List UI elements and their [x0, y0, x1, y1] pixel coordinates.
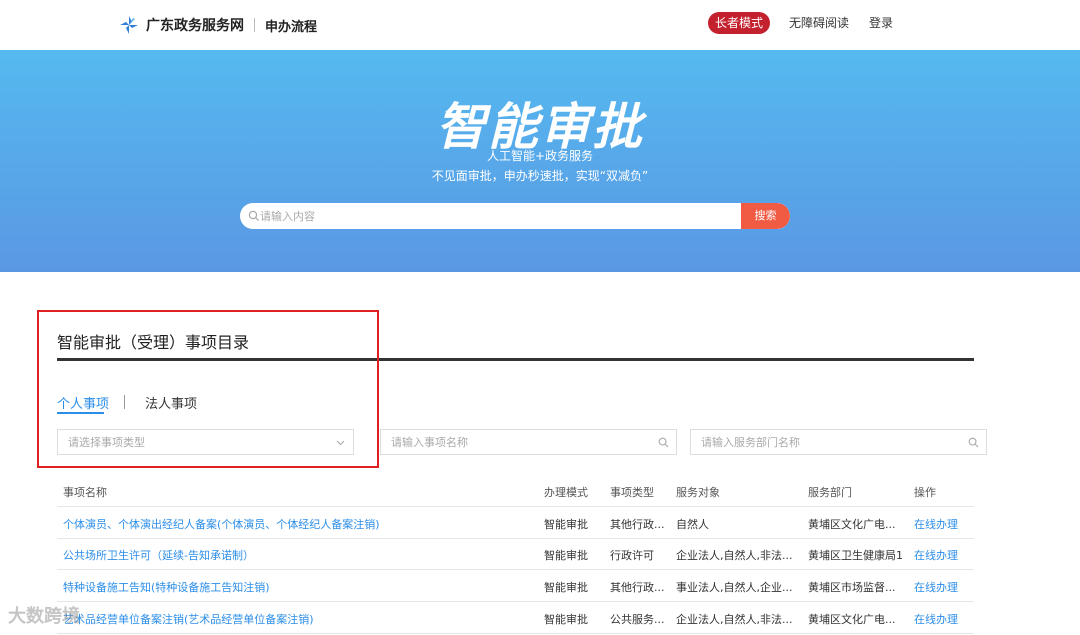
item-name-link[interactable]: 特种设备施工告知(特种设备施工告知注销) — [63, 579, 533, 595]
cell-type: 其他行政... — [610, 581, 665, 594]
section-name: 申办流程 — [265, 19, 318, 35]
cell-department: 黄埔区市场监督... — [808, 581, 896, 594]
handle-online-link[interactable]: 在线办理 — [914, 547, 958, 563]
hero-banner: 智能审批 人工智能+政务服务 不见面审批，申办秒速批，实现“双减负” 搜索 — [0, 50, 1080, 272]
column-header-action: 操作 — [914, 486, 936, 499]
column-header-name: 事项名称 — [63, 486, 107, 499]
cell-mode: 智能审批 — [544, 613, 588, 626]
cell-department: 黄埔区文化广电... — [808, 518, 896, 531]
cell-type: 其他行政... — [610, 518, 665, 531]
cell-type: 行政许可 — [610, 549, 654, 562]
column-header-mode: 办理模式 — [544, 486, 588, 499]
cell-mode: 智能审批 — [544, 549, 588, 562]
item-name-link[interactable]: 个体演员、个体演出经纪人备案(个体演员、个体经纪人备案注销) — [63, 516, 533, 532]
cell-target: 企业法人,自然人,非法... — [676, 613, 793, 626]
search-icon[interactable] — [968, 437, 979, 448]
column-header-type: 事项类型 — [610, 486, 654, 499]
logo-divider — [254, 18, 255, 32]
cell-mode: 智能审批 — [544, 518, 588, 531]
handle-online-link[interactable]: 在线办理 — [914, 611, 958, 627]
handle-online-link[interactable]: 在线办理 — [914, 516, 958, 532]
site-name: 广东政务服务网 — [146, 18, 244, 34]
top-bar: 广东政务服务网 申办流程 长者模式 无障碍阅读 登录 — [0, 0, 1080, 50]
item-name-filter[interactable] — [380, 429, 677, 455]
row-divider — [57, 538, 974, 539]
accessibility-link[interactable]: 无障碍阅读 — [789, 14, 849, 31]
cell-target: 自然人 — [676, 518, 709, 531]
column-header-department: 服务部门 — [808, 486, 852, 499]
column-header-target: 服务对象 — [676, 486, 720, 499]
item-name-link[interactable]: 艺术品经营单位备案注销(艺术品经营单位备案注销) — [63, 611, 533, 627]
cell-target: 企业法人,自然人,非法... — [676, 549, 793, 562]
cell-type: 公共服务... — [610, 613, 665, 626]
row-divider — [57, 601, 974, 602]
search-button[interactable]: 搜索 — [741, 203, 790, 229]
site-logo[interactable]: 广东政务服务网 申办流程 — [118, 14, 317, 36]
row-divider — [57, 506, 974, 507]
login-link[interactable]: 登录 — [869, 14, 893, 31]
search-input[interactable] — [260, 203, 740, 229]
cell-mode: 智能审批 — [544, 581, 588, 594]
item-name-input[interactable] — [381, 430, 676, 454]
search-icon[interactable] — [658, 437, 669, 448]
handle-online-link[interactable]: 在线办理 — [914, 579, 958, 595]
watermark: 大数跨境 — [8, 606, 80, 627]
cell-department: 黄埔区卫生健康局1 — [808, 549, 903, 562]
row-divider — [57, 633, 974, 634]
banner-tagline: 不见面审批，申办秒速批，实现“双减负” — [431, 169, 649, 183]
annotation-highlight-box — [37, 310, 379, 468]
department-input[interactable] — [691, 430, 986, 454]
cell-target: 事业法人,自然人,企业... — [676, 581, 793, 594]
banner-subtitle: 人工智能+政务服务 — [486, 149, 594, 163]
cell-department: 黄埔区文化广电... — [808, 613, 896, 626]
search-bar: 搜索 — [240, 203, 790, 229]
item-name-link[interactable]: 公共场所卫生许可（延续-告知承诺制） — [63, 547, 533, 563]
elder-mode-button[interactable]: 长者模式 — [708, 12, 770, 34]
search-icon — [248, 210, 260, 222]
department-filter[interactable] — [690, 429, 987, 455]
logo-icon — [120, 16, 138, 34]
row-divider — [57, 569, 974, 570]
